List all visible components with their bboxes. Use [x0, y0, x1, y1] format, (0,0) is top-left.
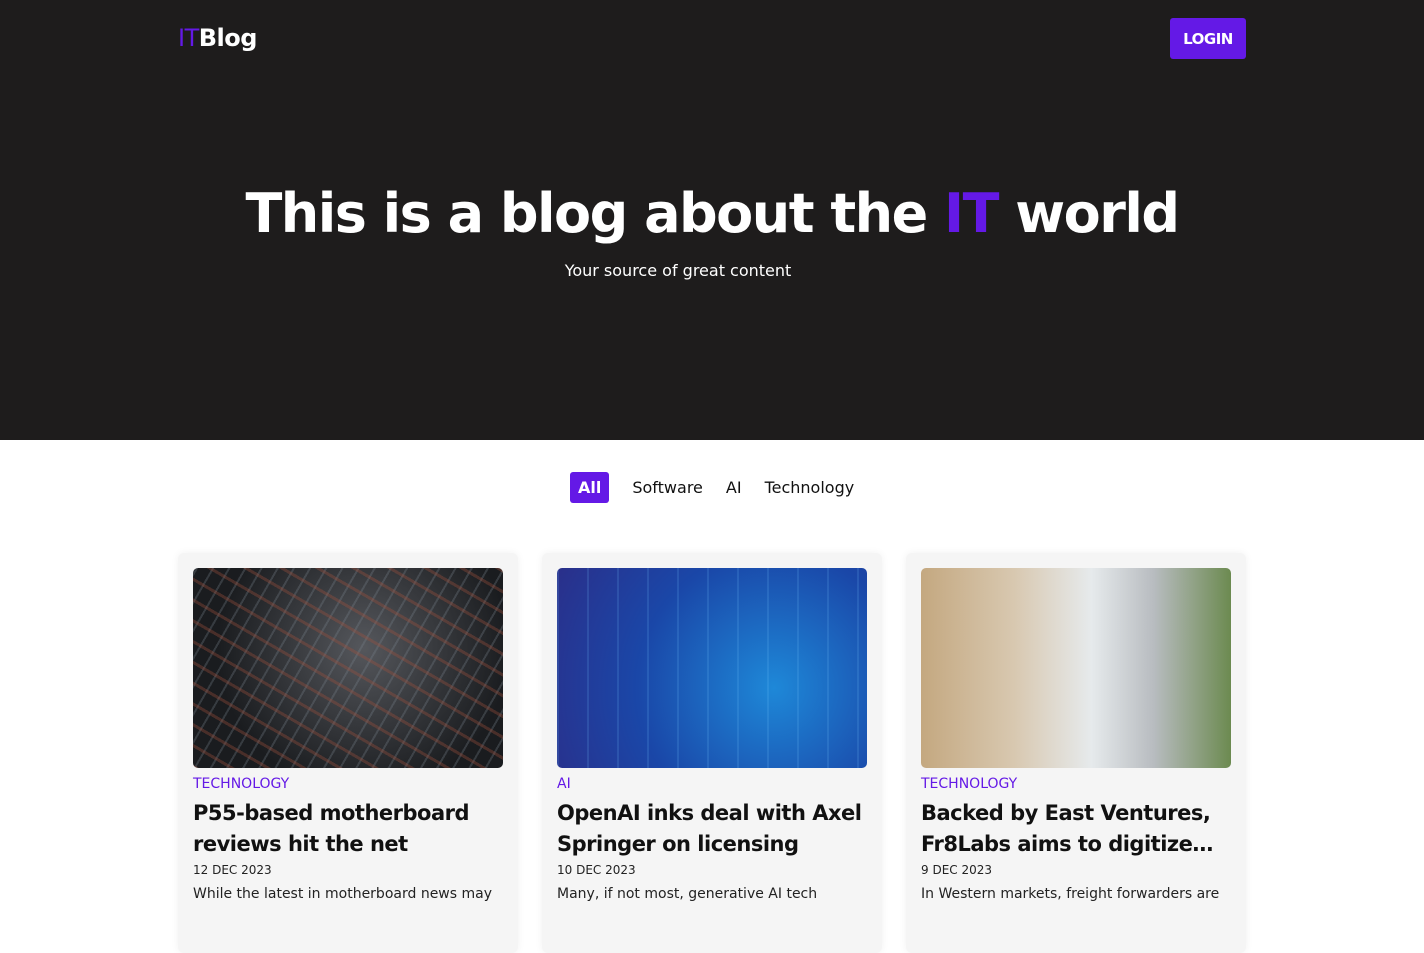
logo[interactable]: ITBlog [178, 24, 257, 52]
hero-title: This is a blog about the IT world [245, 182, 1180, 245]
hero-subtitle: Your source of great content [564, 261, 792, 280]
category-filters: All Software AI Technology [570, 472, 869, 503]
filter-technology[interactable]: Technology [757, 472, 863, 503]
post-card[interactable]: TECHNOLOGY P55-based motherboard reviews… [178, 553, 518, 953]
hero-section: ITBlog LOGIN This is a blog about the IT… [0, 0, 1424, 440]
post-excerpt: Many, if not most, generative AI tech [557, 886, 818, 902]
post-category: TECHNOLOGY [193, 776, 290, 792]
post-excerpt: In Western markets, freight forwarders a… [921, 886, 1220, 902]
post-image[interactable] [921, 568, 1231, 768]
filter-all[interactable]: All [570, 472, 610, 503]
post-date: 9 DEC 2023 [921, 863, 993, 877]
post-category: TECHNOLOGY [921, 776, 1018, 792]
post-excerpt: While the latest in motherboard news may [193, 886, 492, 902]
post-date: 12 DEC 2023 [193, 863, 272, 877]
post-title[interactable]: Backed by East Ventures, Fr8Labs aims to… [921, 798, 1231, 860]
post-card[interactable]: TECHNOLOGY Backed by East Ventures, Fr8L… [906, 553, 1246, 953]
filter-software[interactable]: Software [624, 472, 711, 503]
post-category: AI [557, 776, 571, 792]
post-card[interactable]: AI OpenAI inks deal with Axel Springer o… [542, 553, 882, 953]
post-date: 10 DEC 2023 [557, 863, 636, 877]
post-title[interactable]: P55-based motherboard reviews hit the ne… [193, 798, 503, 860]
filter-ai[interactable]: AI [718, 472, 750, 503]
post-image[interactable] [193, 568, 503, 768]
login-button[interactable]: LOGIN [1170, 18, 1246, 59]
post-image[interactable] [557, 568, 867, 768]
post-title[interactable]: OpenAI inks deal with Axel Springer on l… [557, 798, 867, 860]
post-list: TECHNOLOGY P55-based motherboard reviews… [178, 553, 1246, 953]
